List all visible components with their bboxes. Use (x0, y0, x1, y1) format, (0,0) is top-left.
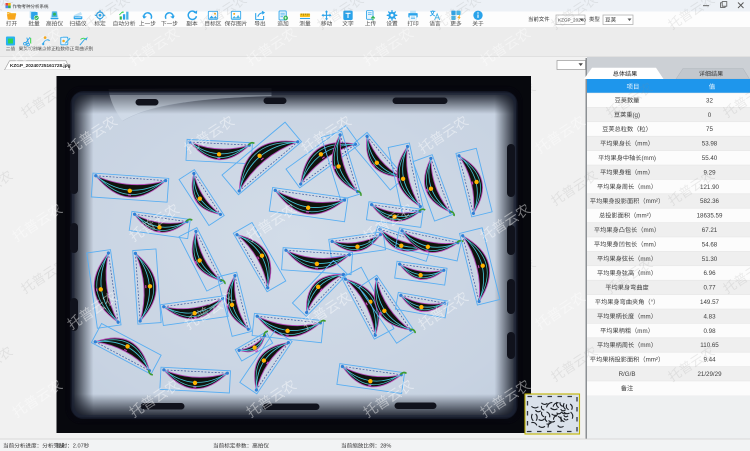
svg-text:32: 32 (706, 97, 713, 104)
svg-text:0.77: 0.77 (703, 285, 716, 292)
svg-text:67.21: 67.21 (702, 227, 718, 234)
svg-text:582.36: 582.36 (700, 198, 719, 205)
svg-text:121.90: 121.90 (700, 184, 719, 191)
svg-text:mm²: mm² (636, 213, 648, 220)
svg-text:55.40: 55.40 (702, 155, 718, 162)
svg-text:(mm): (mm) (642, 155, 656, 162)
svg-text:mm²: mm² (646, 357, 658, 364)
svg-text:mm: mm (644, 241, 654, 248)
svg-text:0: 0 (708, 112, 712, 119)
svg-text:mm: mm (637, 169, 647, 176)
svg-text:mm: mm (637, 328, 647, 335)
svg-text:18635.59: 18635.59 (697, 213, 723, 220)
svg-text:53.98: 53.98 (702, 141, 718, 148)
svg-text:mm: mm (640, 184, 650, 191)
svg-text:mm²: mm² (646, 198, 658, 205)
svg-text:(g): (g) (633, 112, 641, 119)
svg-text:6.96: 6.96 (703, 270, 716, 277)
svg-text:mm: mm (644, 227, 654, 234)
svg-text:75: 75 (706, 126, 713, 133)
svg-text:0.98: 0.98 (703, 328, 716, 335)
svg-text:21/29/29: 21/29/29 (697, 371, 722, 378)
svg-text:28%: 28% (380, 444, 391, 450)
svg-text:R/G/B: R/G/B (619, 371, 636, 378)
svg-text:149.57: 149.57 (700, 299, 719, 306)
svg-text:9.44: 9.44 (703, 357, 716, 364)
svg-text:mm: mm (640, 256, 650, 263)
svg-text:4.83: 4.83 (703, 313, 716, 320)
svg-text:54.68: 54.68 (702, 241, 718, 248)
svg-text:mm: mm (640, 342, 650, 349)
svg-text:mm: mm (640, 313, 650, 320)
svg-text:mm: mm (637, 141, 647, 148)
svg-text:2.07: 2.07 (73, 444, 84, 450)
svg-text:51.30: 51.30 (702, 256, 718, 263)
